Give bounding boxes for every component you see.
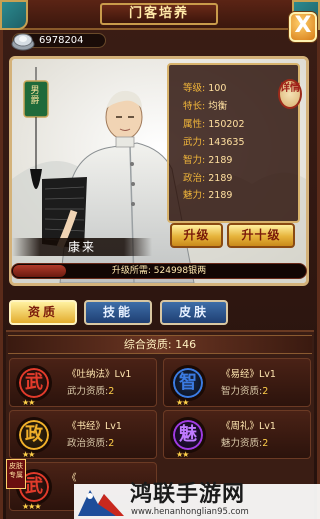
rank-pendant-text-2: 爵: [30, 96, 40, 106]
skill-stars: ★★: [176, 450, 189, 459]
stat-politics-value: 2189: [208, 173, 233, 184]
force-skill-icon: 武: [16, 365, 52, 401]
tab-skins[interactable]: 皮肤: [160, 300, 228, 325]
stat-specialty-key: 特长:: [183, 101, 206, 112]
stat-specialty-value: 均衡: [208, 101, 228, 112]
upgrade-cost-value: 524998银两: [153, 266, 207, 276]
skill-attribute: 政治资质:2: [67, 438, 114, 450]
skill-level: Lv1: [114, 369, 132, 380]
skill-attribute: 智力资质:2: [221, 386, 268, 398]
skill-stars: ★★: [22, 450, 35, 459]
skill-attr-value: 2: [108, 386, 115, 397]
stat-level-key: 等级:: [183, 83, 206, 94]
silver-amount: 6978204: [39, 35, 84, 46]
skill-attr-label: 政治资质:: [67, 438, 109, 449]
window-title: 门客培养: [100, 3, 218, 25]
stat-force-key: 武力:: [183, 137, 206, 148]
upgrade-ten-button[interactable]: 升十级: [227, 223, 295, 248]
skill-stars: ★★: [176, 398, 189, 407]
skill-attr-label: 智力资质:: [221, 386, 263, 397]
hero-detail-button[interactable]: 详情: [278, 79, 302, 109]
skill-title: 《书经》: [67, 421, 106, 432]
close-button[interactable]: X: [289, 12, 317, 42]
stat-charm: 魅力: 2189: [183, 190, 232, 202]
total-aptitude-label: 综合资质:: [123, 338, 172, 351]
total-aptitude-value: 146: [175, 338, 197, 351]
skill-card-force[interactable]: 武 ★★ 《吐纳法》Lv1 武力资质:2: [9, 358, 157, 407]
skill-stars: ★★: [22, 398, 35, 407]
stat-force-value: 143635: [208, 137, 245, 148]
stat-charm-key: 魅力:: [183, 190, 206, 201]
hero-name: 康来: [12, 238, 152, 256]
skill-title: 《: [67, 473, 77, 484]
politics-skill-icon: 政: [16, 417, 52, 453]
stat-intellect-value: 2189: [208, 155, 233, 166]
skill-name: 《吐纳法》Lv1: [67, 369, 131, 381]
stat-level: 等级: 100: [183, 83, 226, 95]
skill-card-charm[interactable]: 魅 ★★ 《周礼》Lv1 魅力资质:2: [163, 410, 311, 459]
corner-ornament-left: [0, 0, 28, 30]
skill-attr-label: 武力资质:: [67, 386, 109, 397]
stat-specialty: 特长: 均衡: [183, 101, 227, 113]
stat-force: 武力: 143635: [183, 137, 245, 149]
skill-card-intellect[interactable]: 智 ★★ 《易经》Lv1 智力资质:2: [163, 358, 311, 407]
stat-charm-value: 2189: [208, 190, 233, 201]
stat-attribute-value: 150202: [208, 119, 245, 130]
intellect-skill-icon: 智: [170, 365, 206, 401]
skill-title: 《易经》: [221, 369, 260, 380]
skill-card-politics[interactable]: 政 ★★ 《书经》Lv1 政治资质:2: [9, 410, 157, 459]
stat-intellect: 智力: 2189: [183, 155, 232, 167]
skill-attr-value: 2: [262, 386, 269, 397]
watermark-logo-icon: [78, 490, 124, 516]
watermark-url: www.henanhonglian95.com: [131, 507, 249, 517]
silver-currency-bar: 6978204: [11, 33, 106, 51]
skill-name: 《周礼》Lv1: [221, 421, 276, 433]
stat-politics-key: 政治:: [183, 173, 206, 184]
total-aptitude: 综合资质: 146: [8, 335, 312, 354]
upgrade-cost-bar: 升级所需: 524998银两: [11, 263, 307, 279]
watermark-title: 鸿联手游网: [130, 482, 246, 507]
skill-attr-value: 2: [108, 438, 115, 449]
skill-attribute: 魅力资质:2: [221, 438, 268, 450]
stat-attribute-key: 属性:: [183, 119, 206, 130]
rank-pendant-text: 男: [30, 86, 40, 96]
upgrade-button[interactable]: 升级: [170, 223, 223, 248]
upgrade-cost-label: 升级所需:: [111, 266, 151, 276]
silver-coin-icon: [11, 33, 35, 51]
stat-attribute: 属性: 150202: [183, 119, 245, 131]
stat-level-value: 100: [208, 83, 227, 94]
skill-name: 《易经》Lv1: [221, 369, 276, 381]
skill-level: Lv1: [259, 369, 276, 380]
tab-aptitude[interactable]: 资质: [9, 300, 77, 325]
skill-attr-label: 魅力资质:: [221, 438, 263, 449]
skill-level: Lv1: [105, 421, 122, 432]
upgrade-cost-text: 升级所需: 524998银两: [12, 264, 306, 278]
skin-exclusive-badge: 皮肤专属: [6, 459, 26, 489]
skill-stars: ★★★: [22, 502, 41, 511]
tab-skills[interactable]: 技能: [84, 300, 152, 325]
skill-attr-value: 2: [262, 438, 269, 449]
skill-attribute: 武力资质:2: [67, 386, 114, 398]
stat-politics: 政治: 2189: [183, 173, 232, 185]
skill-level: Lv1: [259, 421, 276, 432]
skill-name: 《书经》Lv1: [67, 421, 122, 433]
skill-title: 《周礼》: [221, 421, 260, 432]
charm-skill-icon: 魅: [170, 417, 206, 453]
rank-pendant: 男 爵: [27, 86, 43, 106]
stat-intellect-key: 智力:: [183, 155, 206, 166]
skill-title: 《吐纳法》: [67, 369, 115, 380]
